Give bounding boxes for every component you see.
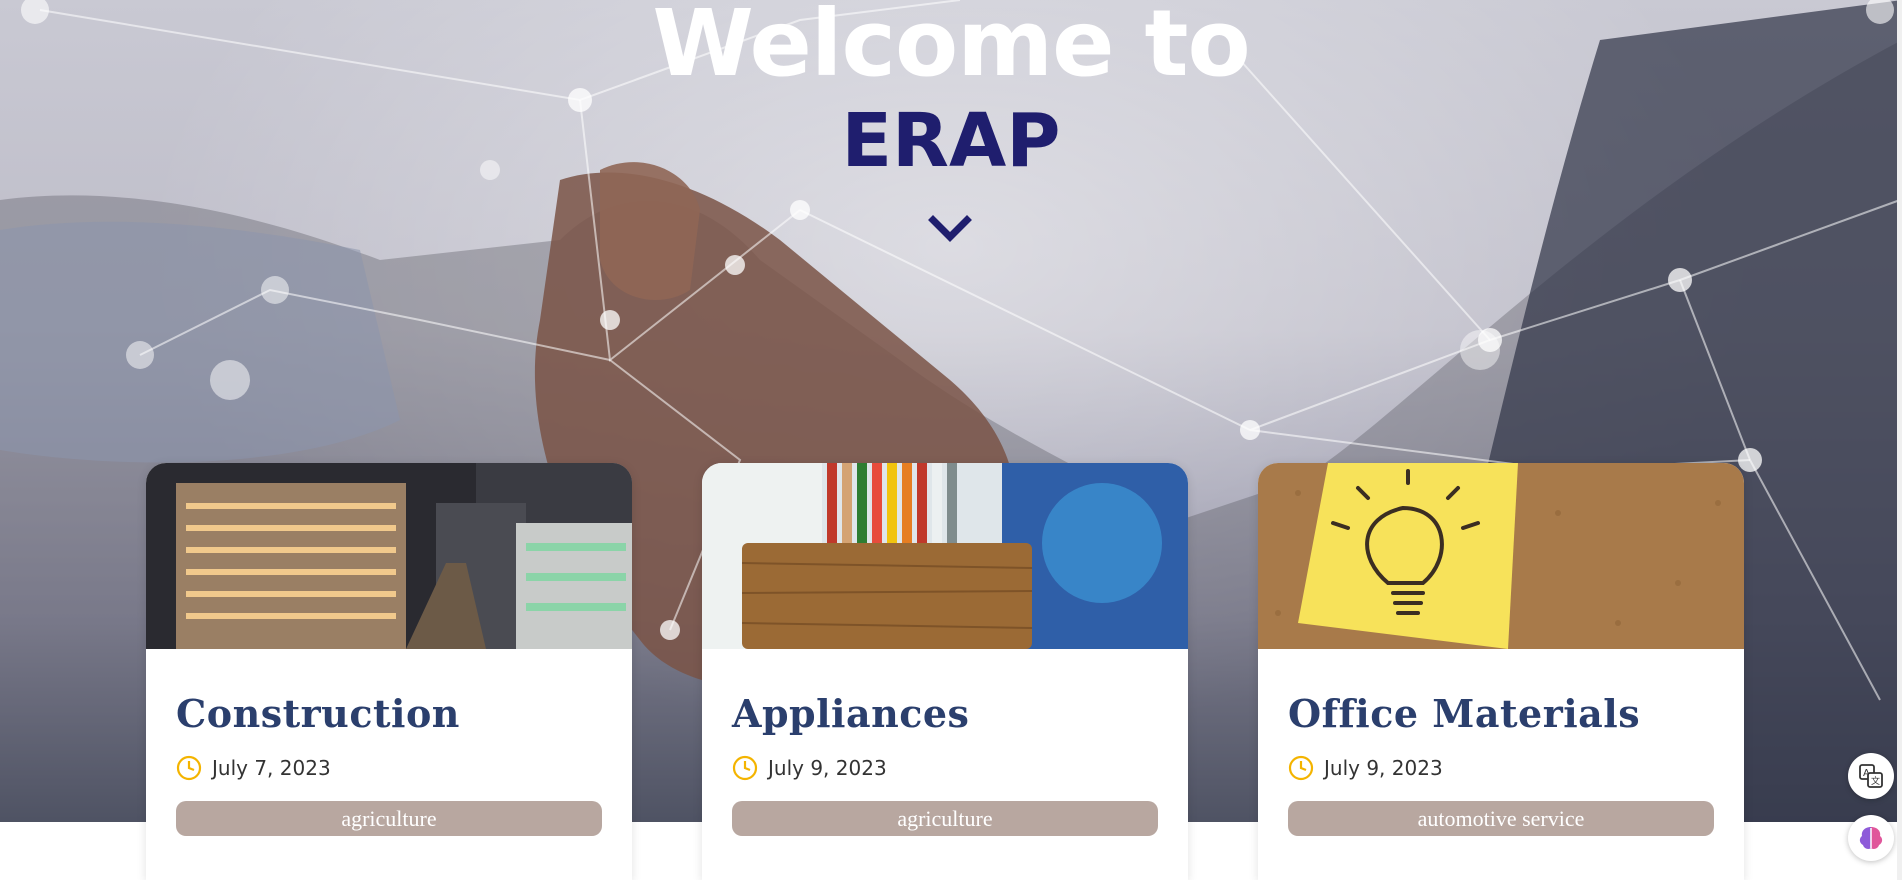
assistant-button[interactable] xyxy=(1848,815,1894,861)
card-date: July 7, 2023 xyxy=(212,756,331,780)
clock-icon xyxy=(1288,755,1314,781)
card-image-appliances[interactable] xyxy=(702,463,1188,649)
card-category-tag[interactable]: automotive service xyxy=(1288,801,1714,836)
card-title[interactable]: Construction xyxy=(176,691,460,736)
hero-brand-name: ERAP xyxy=(841,98,1061,184)
post-card-construction[interactable]: Construction July 7, 2023 agriculture xyxy=(146,463,632,880)
scrollbar-track[interactable] xyxy=(1897,0,1902,880)
translate-button[interactable]: A 文 xyxy=(1848,753,1894,799)
card-image-office-materials[interactable] xyxy=(1258,463,1744,649)
card-date-row: July 7, 2023 xyxy=(176,753,331,783)
card-date-row: July 9, 2023 xyxy=(1288,753,1443,783)
card-image-construction[interactable] xyxy=(146,463,632,649)
card-date-row: July 9, 2023 xyxy=(732,753,887,783)
card-date: July 9, 2023 xyxy=(768,756,887,780)
card-category-tag[interactable]: agriculture xyxy=(732,801,1158,836)
card-title[interactable]: Office Materials xyxy=(1288,691,1640,736)
card-date: July 9, 2023 xyxy=(1324,756,1443,780)
chevron-down-icon[interactable] xyxy=(927,212,973,246)
brain-icon xyxy=(1859,827,1883,849)
post-card-appliances[interactable]: Appliances July 9, 2023 agriculture xyxy=(702,463,1188,880)
translate-icon: A 文 xyxy=(1859,764,1883,788)
clock-icon xyxy=(176,755,202,781)
hero-title: Welcome to xyxy=(652,0,1250,97)
card-category-tag[interactable]: agriculture xyxy=(176,801,602,836)
clock-icon xyxy=(732,755,758,781)
svg-text:文: 文 xyxy=(1871,775,1880,787)
card-title[interactable]: Appliances xyxy=(732,691,969,736)
post-card-office-materials[interactable]: Office Materials July 9, 2023 automotive… xyxy=(1258,463,1744,880)
